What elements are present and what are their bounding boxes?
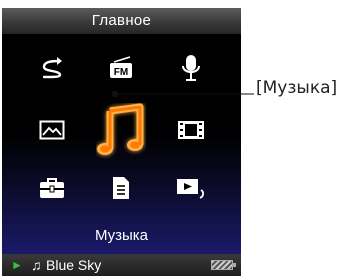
player-screen: Главное FM Музыка ► ♫ Blue Sky: [2, 8, 241, 276]
photo-icon[interactable]: [22, 108, 82, 152]
fm-radio-icon[interactable]: FM: [91, 46, 151, 90]
callout-leader-line: [111, 90, 254, 98]
play-icon: ►: [11, 258, 23, 272]
playlist-icon[interactable]: [161, 166, 221, 210]
music-note-small-icon: ♫: [31, 257, 42, 273]
svg-text:FM: FM: [114, 67, 128, 78]
repeat-icon[interactable]: [22, 46, 82, 90]
home-menu-grid: FM Музыка: [2, 34, 241, 254]
now-playing-track: Blue Sky: [46, 257, 102, 273]
film-icon[interactable]: [161, 108, 221, 152]
status-bar: ► ♫ Blue Sky: [2, 254, 241, 276]
selected-item-label: Музыка: [94, 227, 149, 244]
battery-icon: [211, 260, 236, 270]
document-icon[interactable]: [91, 166, 151, 210]
microphone-icon[interactable]: [161, 46, 221, 90]
page-title: Главное: [2, 8, 241, 34]
callout-label: [Музыка]: [256, 78, 338, 98]
music-note-icon[interactable]: [87, 98, 155, 164]
toolbox-icon[interactable]: [22, 166, 82, 210]
